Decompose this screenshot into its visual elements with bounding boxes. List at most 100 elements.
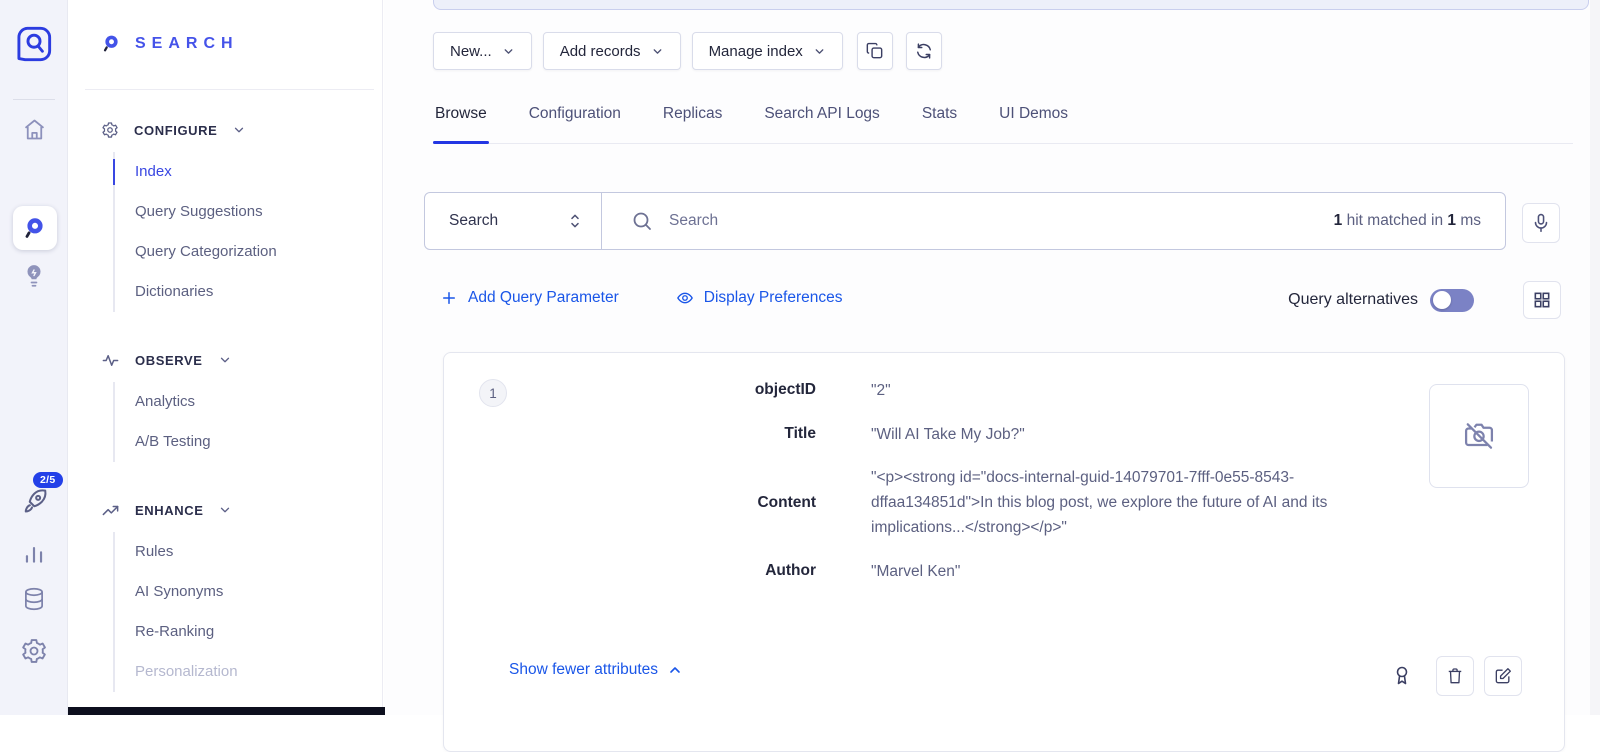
- attribute-name: Author: [444, 562, 816, 580]
- sidebar-item-index[interactable]: Index: [115, 152, 382, 192]
- search-product-icon: [22, 215, 48, 241]
- tab-search-api-logs[interactable]: Search API Logs: [762, 103, 881, 143]
- plus-icon: [440, 289, 458, 307]
- sidebar-item-personalization[interactable]: Personalization: [115, 652, 382, 692]
- hit-actions: [1390, 656, 1522, 696]
- display-mode-grid-button[interactable]: [1523, 281, 1561, 319]
- display-preferences-link[interactable]: Display Preferences: [676, 289, 843, 307]
- show-fewer-attributes-link[interactable]: Show fewer attributes: [509, 661, 683, 679]
- lightbulb-icon[interactable]: [21, 260, 47, 292]
- voice-search-button[interactable]: [1522, 203, 1560, 243]
- tab-ui-demos[interactable]: UI Demos: [997, 103, 1070, 143]
- search-nav-tile[interactable]: [13, 206, 57, 250]
- attribute-value: "2": [871, 378, 1401, 403]
- search-mode-value: Search: [449, 212, 498, 230]
- tab-configuration[interactable]: Configuration: [527, 103, 623, 143]
- grid-icon: [1532, 290, 1552, 310]
- attribute-value: "Marvel Ken": [871, 559, 1401, 584]
- sidebar-item-rules[interactable]: Rules: [115, 532, 382, 572]
- sidebar-nav: CONFIGURE Index Query Suggestions Query …: [68, 110, 382, 720]
- attribute-value: "Will AI Take My Job?": [871, 422, 1401, 447]
- refresh-button[interactable]: [906, 32, 942, 70]
- edit-hit-button[interactable]: [1484, 656, 1522, 696]
- section-observe[interactable]: OBSERVE: [68, 340, 382, 380]
- trend-up-icon: [101, 501, 120, 520]
- query-alternatives-label: Query alternatives: [1288, 291, 1418, 309]
- sidebar-item-dictionaries[interactable]: Dictionaries: [115, 272, 382, 312]
- add-records-button[interactable]: Add records: [543, 32, 681, 70]
- copy-settings-button[interactable]: [857, 32, 893, 70]
- chevron-down-icon: [232, 123, 246, 137]
- chevron-down-icon: [218, 503, 232, 517]
- tab-stats[interactable]: Stats: [920, 103, 959, 143]
- attribute-name: Content: [444, 494, 816, 512]
- promote-hit-medal-icon[interactable]: [1390, 662, 1414, 690]
- tab-replicas[interactable]: Replicas: [661, 103, 724, 143]
- camera-off-icon: [1461, 418, 1497, 454]
- attribute-name: objectID: [444, 381, 816, 399]
- new-button[interactable]: New...: [433, 32, 532, 70]
- edit-pencil-icon: [1493, 666, 1513, 686]
- search-magnifier-icon: [101, 33, 122, 54]
- sidebar-item-analytics[interactable]: Analytics: [115, 382, 382, 422]
- scrolled-index-bar: [433, 0, 1589, 10]
- settings-gear-icon[interactable]: [20, 637, 48, 665]
- microphone-icon: [1530, 212, 1552, 234]
- index-toolbar: New... Add records Manage index: [433, 32, 942, 70]
- section-configure[interactable]: CONFIGURE: [68, 110, 382, 150]
- left-rail: 2/5: [0, 0, 68, 715]
- refresh-icon: [914, 41, 934, 61]
- trash-icon: [1445, 666, 1465, 686]
- section-label: ENHANCE: [135, 503, 203, 518]
- sidebar-item-ai-synonyms[interactable]: AI Synonyms: [115, 572, 382, 612]
- main-content: New... Add records Manage index: [384, 0, 1600, 715]
- tab-browse[interactable]: Browse: [433, 103, 489, 143]
- sidebar-item-query-suggestions[interactable]: Query Suggestions: [115, 192, 382, 232]
- search-stats: 1 hit matched in 1 ms: [1334, 212, 1481, 230]
- attribute-row: objectID "2": [444, 377, 1444, 403]
- manage-index-button[interactable]: Manage index: [692, 32, 843, 70]
- product-header: SEARCH: [101, 33, 239, 54]
- gear-icon: [101, 121, 119, 139]
- chevron-down-icon: [218, 353, 232, 367]
- rocket-icon[interactable]: [19, 487, 49, 517]
- sidebar-item-re-ranking[interactable]: Re-Ranking: [115, 612, 382, 652]
- attribute-name: Title: [444, 425, 816, 443]
- chevron-up-icon: [667, 662, 683, 678]
- hit-attributes: objectID "2" Title "Will AI Take My Job?…: [444, 377, 1444, 602]
- query-alternatives-toggle[interactable]: [1430, 289, 1474, 312]
- search-input[interactable]: [669, 212, 1319, 230]
- copy-icon: [865, 41, 885, 61]
- sidebar-item-query-categorization[interactable]: Query Categorization: [115, 232, 382, 272]
- eye-icon: [676, 289, 694, 307]
- attribute-row: Author "Marvel Ken": [444, 558, 1444, 584]
- search-mode-selector[interactable]: Search: [425, 193, 602, 249]
- search-bar: Search 1 hit matched in 1 ms: [424, 192, 1506, 250]
- pulse-icon: [101, 351, 120, 370]
- index-tabs: Browse Configuration Replicas Search API…: [433, 103, 1573, 144]
- home-icon[interactable]: [21, 116, 48, 143]
- attribute-row: Content "<p><strong id="docs-internal-gu…: [444, 465, 1444, 540]
- query-alternatives-controls: Query alternatives: [1288, 281, 1561, 319]
- search-field: 1 hit matched in 1 ms: [602, 193, 1505, 249]
- toggle-knob: [1433, 291, 1451, 309]
- delete-hit-button[interactable]: [1436, 656, 1474, 696]
- sidebar-divider: [85, 89, 374, 90]
- chevrons-up-down-icon: [566, 210, 584, 232]
- bar-chart-icon[interactable]: [21, 541, 47, 567]
- add-query-parameter-link[interactable]: Add Query Parameter: [440, 289, 619, 307]
- chevron-down-icon: [502, 45, 515, 58]
- scrollbar-gutter[interactable]: [1590, 0, 1600, 715]
- database-icon[interactable]: [21, 585, 47, 613]
- sidebar-item-ab-testing[interactable]: A/B Testing: [115, 422, 382, 462]
- rail-divider: [13, 99, 55, 100]
- window-bottom-edge: [68, 707, 385, 715]
- hit-image-placeholder: [1429, 384, 1529, 488]
- query-controls: Add Query Parameter Display Preferences: [440, 289, 842, 307]
- usage-badge: 2/5: [33, 472, 63, 488]
- product-title: SEARCH: [135, 35, 239, 53]
- section-enhance[interactable]: ENHANCE: [68, 490, 382, 530]
- algolia-logo-icon[interactable]: [15, 25, 53, 63]
- search-icon: [630, 209, 654, 233]
- hit-card: 1 objectID "2" Title "Will AI Take My Jo…: [443, 352, 1565, 752]
